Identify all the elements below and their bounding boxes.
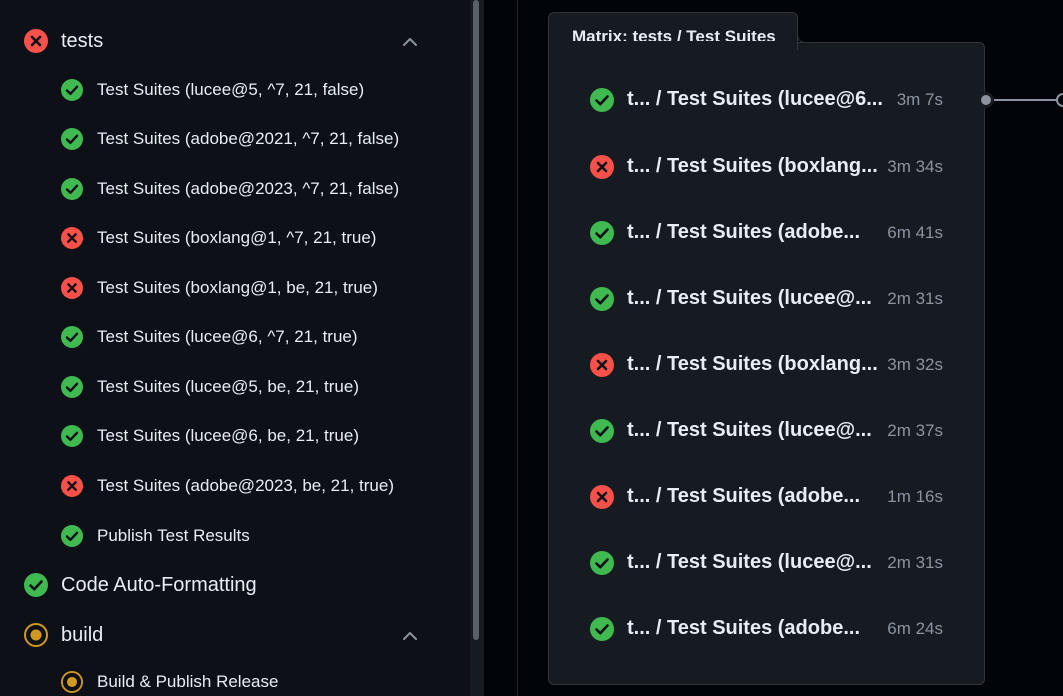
check-circle-icon bbox=[590, 88, 614, 112]
check-circle-icon bbox=[590, 419, 614, 443]
step-item[interactable]: Test Suites (boxlang@1, ^7, 21, true) bbox=[0, 218, 470, 258]
check-circle-icon bbox=[61, 128, 83, 150]
matrix-item[interactable]: t... / Test Suites (boxlang... 3m 34s bbox=[549, 137, 984, 197]
matrix-item-name: t... / Test Suites (boxlang... bbox=[627, 155, 878, 177]
matrix-item[interactable]: t... / Test Suites (boxlang... 3m 32s bbox=[549, 335, 984, 395]
step-label: Test Suites (boxlang@1, ^7, 21, true) bbox=[97, 228, 377, 247]
sidebar-scrollbar-thumb[interactable] bbox=[473, 0, 479, 640]
matrix-item-duration: 1m 16s bbox=[887, 487, 943, 506]
x-circle-icon bbox=[61, 475, 83, 497]
matrix-item-duration: 3m 34s bbox=[887, 157, 943, 176]
chevron-up-icon[interactable] bbox=[400, 626, 420, 646]
matrix-item[interactable]: t... / Test Suites (lucee@6... 3m 7s bbox=[549, 70, 984, 130]
job-label: Code Auto-Formatting bbox=[61, 574, 257, 596]
step-label: Test Suites (adobe@2021, ^7, 21, false) bbox=[97, 129, 400, 148]
matrix-item-duration: 3m 7s bbox=[896, 90, 943, 109]
matrix-item-name: t... / Test Suites (boxlang... bbox=[627, 353, 878, 375]
step-label: Build & Publish Release bbox=[97, 672, 279, 691]
step-label: Publish Test Results bbox=[97, 526, 250, 545]
job-sidebar: tests Test Suites (lucee@5, ^7, 21, fals… bbox=[0, 0, 470, 696]
check-circle-icon bbox=[590, 287, 614, 311]
matrix-item[interactable]: t... / Test Suites (adobe... 6m 24s bbox=[549, 599, 984, 659]
step-item[interactable]: Test Suites (adobe@2023, be, 21, true) bbox=[0, 466, 470, 506]
step-item[interactable]: Test Suites (lucee@6, be, 21, true) bbox=[0, 416, 470, 456]
check-circle-icon bbox=[61, 425, 83, 447]
step-item[interactable]: Build & Publish Release bbox=[0, 662, 470, 696]
x-circle-icon bbox=[590, 353, 614, 377]
check-circle-icon bbox=[61, 376, 83, 398]
tab-mask bbox=[549, 41, 797, 44]
step-item[interactable]: Test Suites (boxlang@1, be, 21, true) bbox=[0, 268, 470, 308]
matrix-item[interactable]: t... / Test Suites (adobe... 6m 41s bbox=[549, 203, 984, 263]
matrix-item-duration: 6m 24s bbox=[887, 619, 943, 638]
matrix-item-name: t... / Test Suites (lucee@6... bbox=[627, 88, 883, 110]
matrix-item-duration: 6m 41s bbox=[887, 223, 943, 242]
step-label: Test Suites (lucee@6, be, 21, true) bbox=[97, 426, 359, 445]
x-circle-icon bbox=[590, 485, 614, 509]
check-circle-icon bbox=[24, 573, 48, 597]
step-label: Test Suites (adobe@2023, ^7, 21, false) bbox=[97, 179, 400, 198]
check-circle-icon bbox=[61, 79, 83, 101]
matrix-item-duration: 2m 31s bbox=[887, 553, 943, 572]
matrix-item[interactable]: t... / Test Suites (lucee@... 2m 31s bbox=[549, 269, 984, 329]
x-circle-icon bbox=[590, 155, 614, 179]
graph-divider bbox=[517, 0, 518, 696]
in-progress-icon bbox=[61, 671, 83, 693]
matrix-item-duration: 2m 37s bbox=[887, 421, 943, 440]
chevron-up-icon[interactable] bbox=[400, 32, 420, 52]
matrix-tab: Matrix: tests / Test Suites bbox=[548, 12, 798, 50]
check-circle-icon bbox=[590, 551, 614, 575]
tab-notch bbox=[797, 30, 811, 43]
x-circle-icon bbox=[61, 277, 83, 299]
connector-dot bbox=[978, 92, 994, 108]
connector-end bbox=[1056, 93, 1063, 107]
matrix-item-name: t... / Test Suites (lucee@... bbox=[627, 551, 872, 573]
matrix-item[interactable]: t... / Test Suites (lucee@... 2m 37s bbox=[549, 401, 984, 461]
step-item[interactable]: Publish Test Results bbox=[0, 516, 470, 556]
step-item[interactable]: Test Suites (lucee@6, ^7, 21, true) bbox=[0, 317, 470, 357]
x-circle-icon bbox=[61, 227, 83, 249]
matrix-item-name: t... / Test Suites (adobe... bbox=[627, 485, 860, 507]
job-label: tests bbox=[61, 30, 104, 52]
matrix-title: Matrix: tests / Test Suites bbox=[572, 27, 776, 46]
matrix-item-duration: 3m 32s bbox=[887, 355, 943, 374]
matrix-item-duration: 2m 31s bbox=[887, 289, 943, 308]
job-build[interactable]: build bbox=[0, 612, 470, 658]
check-circle-icon bbox=[61, 326, 83, 348]
job-tests[interactable]: tests bbox=[0, 18, 470, 64]
connector-line bbox=[994, 99, 1063, 101]
step-label: Test Suites (lucee@5, be, 21, true) bbox=[97, 377, 359, 396]
in-progress-icon bbox=[24, 623, 48, 647]
matrix-item-name: t... / Test Suites (lucee@... bbox=[627, 287, 872, 309]
step-item[interactable]: Test Suites (lucee@5, be, 21, true) bbox=[0, 367, 470, 407]
step-item[interactable]: Test Suites (lucee@5, ^7, 21, false) bbox=[0, 70, 470, 110]
x-circle-icon bbox=[24, 29, 48, 53]
check-circle-icon bbox=[590, 617, 614, 641]
check-circle-icon bbox=[61, 178, 83, 200]
step-item[interactable]: Test Suites (adobe@2021, ^7, 21, false) bbox=[0, 119, 470, 159]
matrix-item[interactable]: t... / Test Suites (adobe... 1m 16s bbox=[549, 467, 984, 527]
check-circle-icon bbox=[590, 221, 614, 245]
matrix-item-name: t... / Test Suites (adobe... bbox=[627, 617, 860, 639]
job-label: build bbox=[61, 624, 104, 646]
step-label: Test Suites (lucee@5, ^7, 21, false) bbox=[97, 80, 365, 99]
check-circle-icon bbox=[61, 525, 83, 547]
matrix-item-name: t... / Test Suites (adobe... bbox=[627, 221, 860, 243]
job-code-auto-formatting[interactable]: Code Auto-Formatting bbox=[0, 562, 470, 608]
step-label: Test Suites (lucee@6, ^7, 21, true) bbox=[97, 327, 358, 346]
matrix-item[interactable]: t... / Test Suites (lucee@... 2m 31s bbox=[549, 533, 984, 593]
matrix-item-name: t... / Test Suites (lucee@... bbox=[627, 419, 872, 441]
step-item[interactable]: Test Suites (adobe@2023, ^7, 21, false) bbox=[0, 169, 470, 209]
step-label: Test Suites (boxlang@1, be, 21, true) bbox=[97, 278, 378, 297]
step-label: Test Suites (adobe@2023, be, 21, true) bbox=[97, 476, 394, 495]
